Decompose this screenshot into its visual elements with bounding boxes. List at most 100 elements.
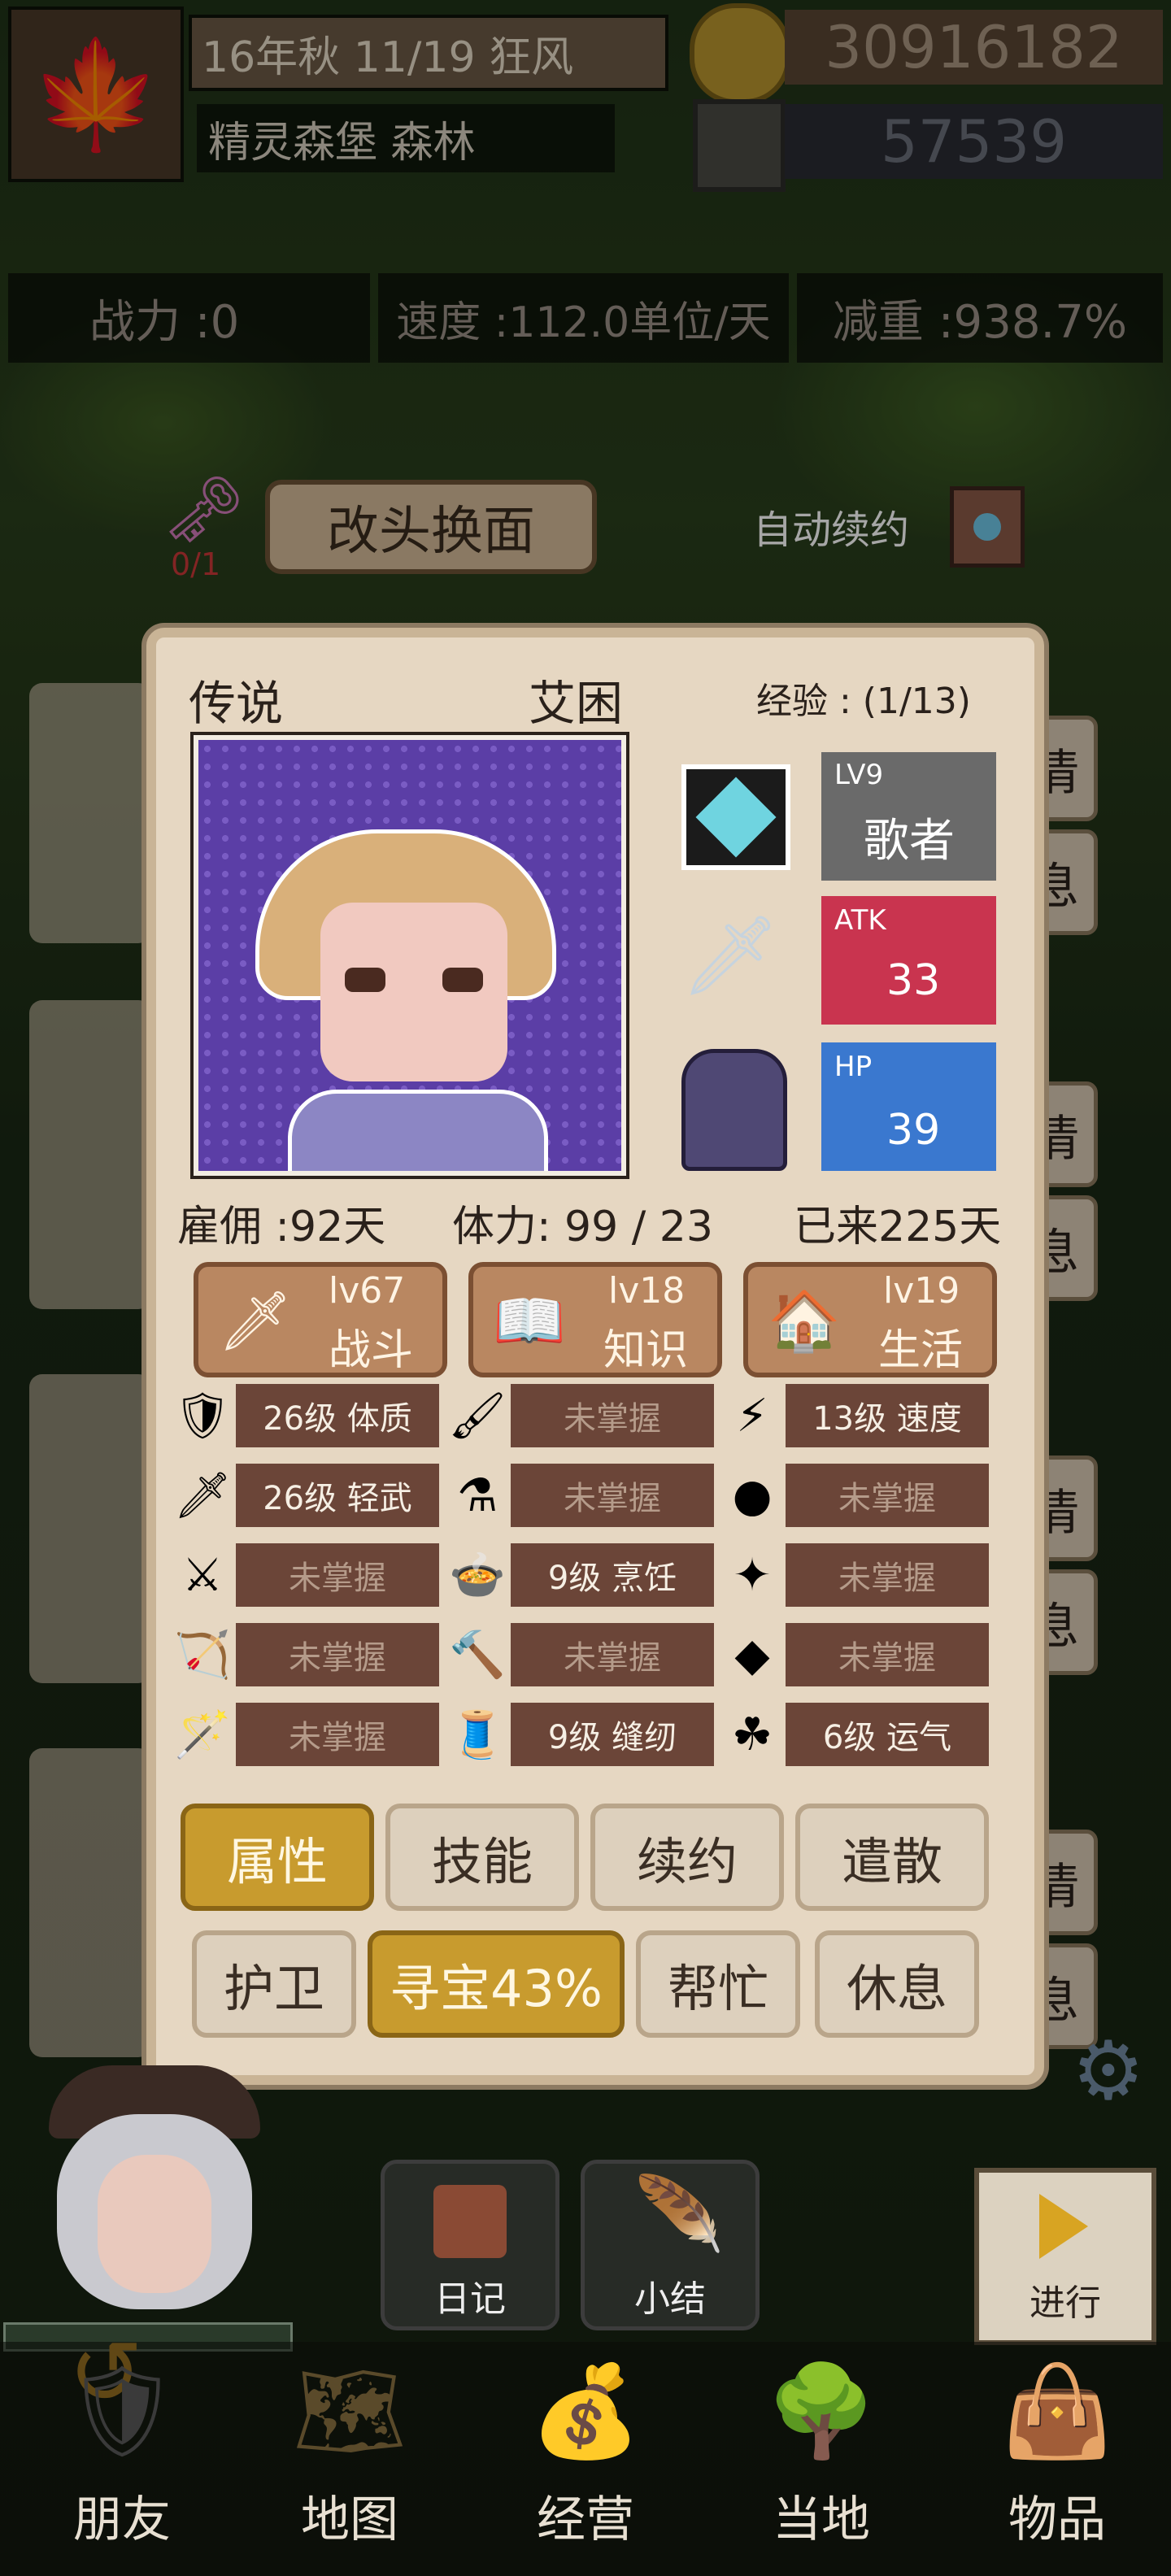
class-level: LV9 [834,759,884,791]
category-level: lv19 [883,1270,960,1312]
task-guard-button[interactable]: 护卫 [192,1930,356,2038]
proceed-label: 进行 [1030,2282,1101,2324]
summary-button[interactable]: 🪶 小结 [581,2160,760,2330]
hp-label: HP [834,1051,873,1083]
skill-slot[interactable]: 未掌握 [236,1543,439,1607]
helper-face [98,2155,211,2293]
skill-slot[interactable]: 26级 体质 [236,1384,439,1447]
book-icon: 📖 [493,1286,566,1355]
skill-slot[interactable]: 未掌握 [786,1543,989,1607]
arrived-days: 已来225天 [794,1203,1002,1251]
bag-icon: 👜 [1001,2358,1113,2463]
skill-slot[interactable]: 13级 速度 [786,1384,989,1447]
atk-value: 33 [886,956,941,1005]
house-icon: 🏠 [768,1286,841,1355]
nav-label: 物品 [1008,2491,1106,2548]
exp-label: 经验 : (1/13) [756,681,971,722]
slime-icon: ● [732,1469,773,1522]
sparkle-icon: ✦ [733,1548,772,1602]
helper-character [33,2065,276,2334]
category-name: 战斗 [329,1326,414,1375]
play-arrow-icon [1039,2194,1088,2259]
task-treasure-button[interactable]: 寻宝43% [368,1930,625,2038]
nav-manage[interactable]: 💰 经营 [488,2350,683,2569]
hp-value: 39 [886,1106,941,1155]
tab-dismiss[interactable]: 遣散 [795,1804,989,1911]
nav-local[interactable]: 🌳 当地 [724,2350,919,2569]
skill-slot[interactable]: 9级 缝纫 [511,1703,714,1766]
atk-box: ATK 33 [821,896,996,1025]
shield-icon: 🛡 [173,1390,232,1442]
skill-slot[interactable]: 未掌握 [786,1464,989,1527]
task-rest-button[interactable]: 休息 [815,1930,979,2038]
crystal-gem-icon[interactable] [681,764,790,870]
brush-icon: 🖌 [448,1390,507,1442]
skill-slot[interactable]: 未掌握 [511,1464,714,1527]
nav-label: 经营 [537,2491,634,2548]
skill-slot[interactable]: 未掌握 [236,1623,439,1686]
sword-icon: 🗡 [173,1469,232,1522]
sword-equipment-icon[interactable]: 🗡 [673,903,787,1008]
nav-label: 当地 [773,2491,870,2548]
sword-icon: 🗡 [218,1286,293,1355]
life-category-button[interactable]: 🏠 lv19 生活 [743,1262,997,1377]
nav-items[interactable]: 👜 物品 [960,2350,1155,2569]
eye-left [345,968,385,992]
character-name: 艾困 [529,676,624,731]
diary-button[interactable]: 日记 [381,2160,559,2330]
summary-label: 小结 [634,2278,706,2320]
cooking-pot-icon: 🍲 [449,1549,506,1602]
knowledge-category-button[interactable]: 📖 lv18 知识 [468,1262,722,1377]
nav-label: 地图 [301,2491,398,2548]
atk-label: ATK [834,904,886,937]
task-help-button[interactable]: 帮忙 [636,1930,800,2038]
skill-slot[interactable]: 未掌握 [511,1623,714,1686]
tab-renew[interactable]: 续约 [590,1804,784,1911]
skill-slot[interactable]: 26级 轻武 [236,1464,439,1527]
face [320,903,507,1081]
category-level: lv18 [608,1270,686,1312]
coins-icon: 💰 [529,2358,642,2463]
bow-icon: 🏹 [174,1629,231,1682]
character-portrait [190,732,629,1179]
combat-category-button[interactable]: 🗡 lv67 战斗 [194,1262,447,1377]
ice-crystal-icon: ◆ [734,1628,770,1682]
blade-icon: ⚔ [181,1548,224,1602]
gear-icon[interactable]: ⚙ [1072,2023,1161,2118]
lightning-icon: ⚡ [736,1389,768,1442]
diary-book-icon [433,2185,507,2258]
rarity-label: 传说 [189,676,284,731]
armor [288,1090,548,1171]
diary-label: 日记 [434,2278,506,2320]
wand-icon: 🪄 [174,1708,231,1761]
tree-icon: 🌳 [765,2358,877,2463]
category-name: 生活 [878,1326,964,1375]
employ-days: 雇佣 :92天 [177,1203,386,1251]
proceed-button[interactable]: 进行 [974,2168,1156,2345]
skill-slot[interactable]: 未掌握 [511,1384,714,1447]
eye-right [442,968,483,992]
feather-icon: 🪶 [633,2172,725,2257]
nav-label: 朋友 [73,2491,171,2548]
stamina: 体力: 99 / 23 [452,1203,713,1251]
skill-slot[interactable]: 6级 运气 [786,1703,989,1766]
armor-equipment-icon[interactable] [681,1049,787,1171]
shield-icon: 🛡 [65,2358,179,2463]
skill-slot[interactable]: 9级 烹饪 [511,1543,714,1607]
clover-icon: ☘ [731,1708,773,1761]
tab-attributes[interactable]: 属性 [181,1804,374,1911]
potion-icon: ⚗ [456,1469,498,1522]
hammer-icon: 🔨 [449,1629,506,1682]
sewing-icon: 🧵 [449,1708,506,1761]
skill-slot[interactable]: 未掌握 [236,1703,439,1766]
map-icon: 🗺 [293,2358,407,2463]
hp-box: HP 39 [821,1042,996,1171]
nav-friends[interactable]: 🛡 朋友 [24,2350,220,2569]
class-name: 歌者 [864,815,955,868]
tab-skills[interactable]: 技能 [385,1804,579,1911]
class-box: LV9 歌者 [821,752,996,881]
nav-map[interactable]: 🗺 地图 [252,2350,447,2569]
category-name: 知识 [603,1326,689,1375]
skill-slot[interactable]: 未掌握 [786,1623,989,1686]
crystal-shape [695,777,777,858]
